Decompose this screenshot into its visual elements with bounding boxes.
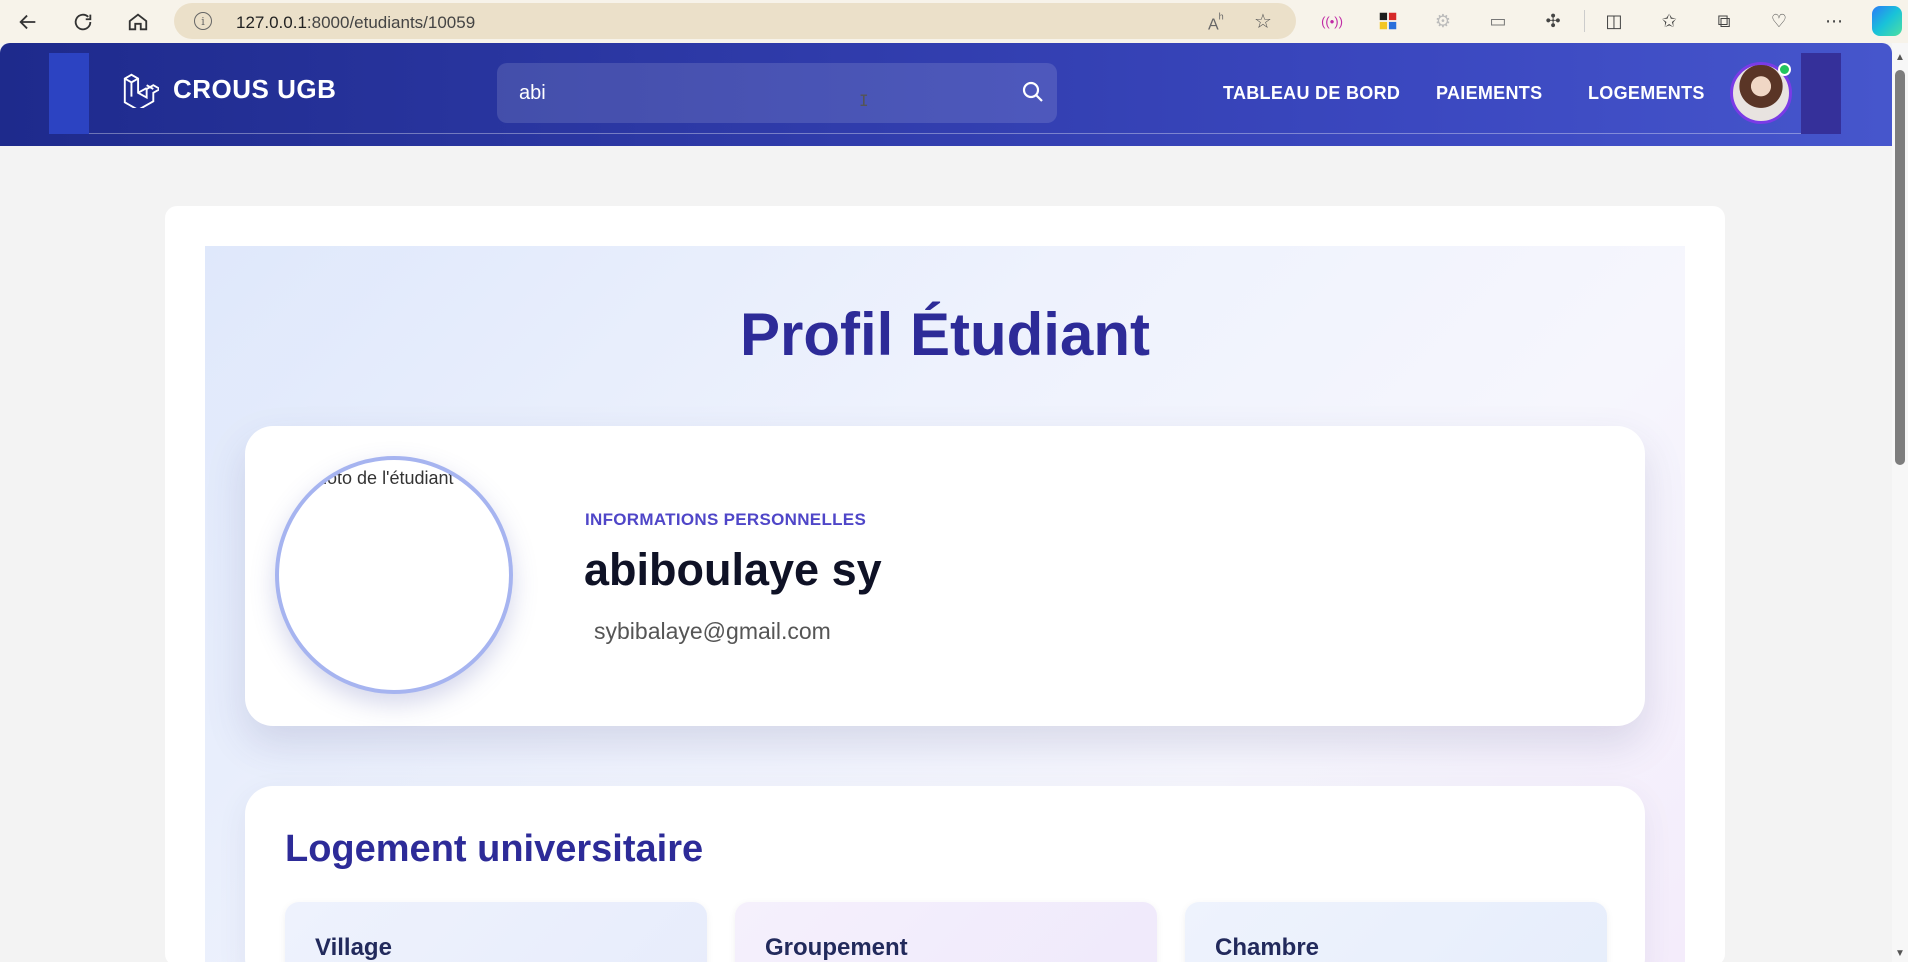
- favorite-star-icon[interactable]: ☆: [1254, 9, 1272, 34]
- housing-item-label: Groupement: [765, 934, 908, 961]
- section-label: INFORMATIONS PERSONNELLES: [585, 510, 867, 529]
- navbar-right-accent: [1801, 53, 1841, 134]
- toolbar-divider: [1584, 10, 1585, 32]
- scroll-down-arrow-icon[interactable]: ▼: [1895, 948, 1905, 959]
- extension-gear-icon[interactable]: ⚙: [1431, 9, 1455, 33]
- navbar-inner: CROUS UGB TABLEAU DE BORD PAIEMENTS LOGE…: [49, 53, 1841, 134]
- nav-link-dashboard[interactable]: TABLEAU DE BORD: [1223, 83, 1400, 104]
- brand[interactable]: CROUS UGB: [121, 70, 336, 108]
- broadcast-extension-icon[interactable]: ((•)): [1320, 9, 1344, 33]
- extension-page-icon[interactable]: ▭: [1486, 9, 1510, 33]
- read-aloud-icon[interactable]: Aʰ: [1208, 11, 1224, 34]
- photo-alt-text: Photo de l'étudiant: [305, 468, 454, 488]
- profile-card: Photo de l'étudiant INFORMATIONS PERSONN…: [245, 426, 1645, 726]
- address-bar[interactable]: i 127.0.0.1:8000/etudiants/10059 Aʰ ☆: [174, 3, 1296, 39]
- housing-item-label: Village: [315, 934, 392, 961]
- laravel-logo-icon: [123, 73, 159, 108]
- home-icon[interactable]: [122, 6, 154, 38]
- housing-item-chambre: Chambre: [1185, 902, 1607, 962]
- back-arrow-icon[interactable]: [12, 6, 44, 38]
- page-title: Profil Étudiant: [740, 301, 1150, 368]
- navbar-left-accent: [49, 53, 89, 134]
- student-email: sybibalaye@gmail.com: [594, 618, 831, 644]
- brand-name: CROUS UGB: [173, 73, 337, 104]
- extension-flag-icon[interactable]: [1376, 9, 1400, 33]
- more-menu-icon[interactable]: ⋯: [1822, 9, 1846, 33]
- student-name: abiboulaye sy: [584, 544, 882, 595]
- extensions-puzzle-icon[interactable]: ✣: [1541, 9, 1565, 33]
- housing-item-village: Village: [285, 902, 707, 962]
- student-photo: Photo de l'étudiant: [275, 456, 513, 694]
- nav-link-payments[interactable]: PAIEMENTS: [1436, 83, 1542, 104]
- search-box[interactable]: [497, 63, 1057, 123]
- browser-essentials-icon[interactable]: ♡: [1767, 9, 1791, 33]
- search-input[interactable]: [497, 63, 1057, 123]
- refresh-icon[interactable]: [67, 6, 99, 38]
- url-path: :8000/etudiants/10059: [306, 13, 476, 32]
- housing-title: Logement universitaire: [285, 828, 704, 870]
- url-text[interactable]: 127.0.0.1:8000/etudiants/10059: [236, 13, 475, 33]
- collections-icon[interactable]: ⧉: [1712, 9, 1736, 33]
- favorites-icon[interactable]: ✩: [1657, 9, 1681, 33]
- app-navbar: CROUS UGB TABLEAU DE BORD PAIEMENTS LOGE…: [0, 43, 1892, 146]
- split-screen-icon[interactable]: ◫: [1602, 9, 1626, 33]
- scrollbar-thumb[interactable]: [1895, 70, 1905, 465]
- text-cursor-icon: I: [859, 91, 869, 110]
- search-icon[interactable]: [1021, 80, 1045, 104]
- nav-link-housing[interactable]: LOGEMENTS: [1588, 83, 1705, 104]
- housing-item-groupement: Groupement: [735, 902, 1157, 962]
- browser-toolbar: i 127.0.0.1:8000/etudiants/10059 Aʰ ☆ ((…: [0, 0, 1908, 43]
- online-status-dot: [1778, 63, 1791, 76]
- housing-item-label: Chambre: [1215, 934, 1320, 961]
- info-icon[interactable]: i: [194, 12, 212, 30]
- scroll-up-arrow-icon[interactable]: ▲: [1895, 52, 1905, 63]
- housing-card: Logement universitaire Village Groupemen…: [245, 786, 1645, 962]
- copilot-icon[interactable]: [1872, 6, 1902, 36]
- url-host: 127.0.0.1: [236, 13, 307, 32]
